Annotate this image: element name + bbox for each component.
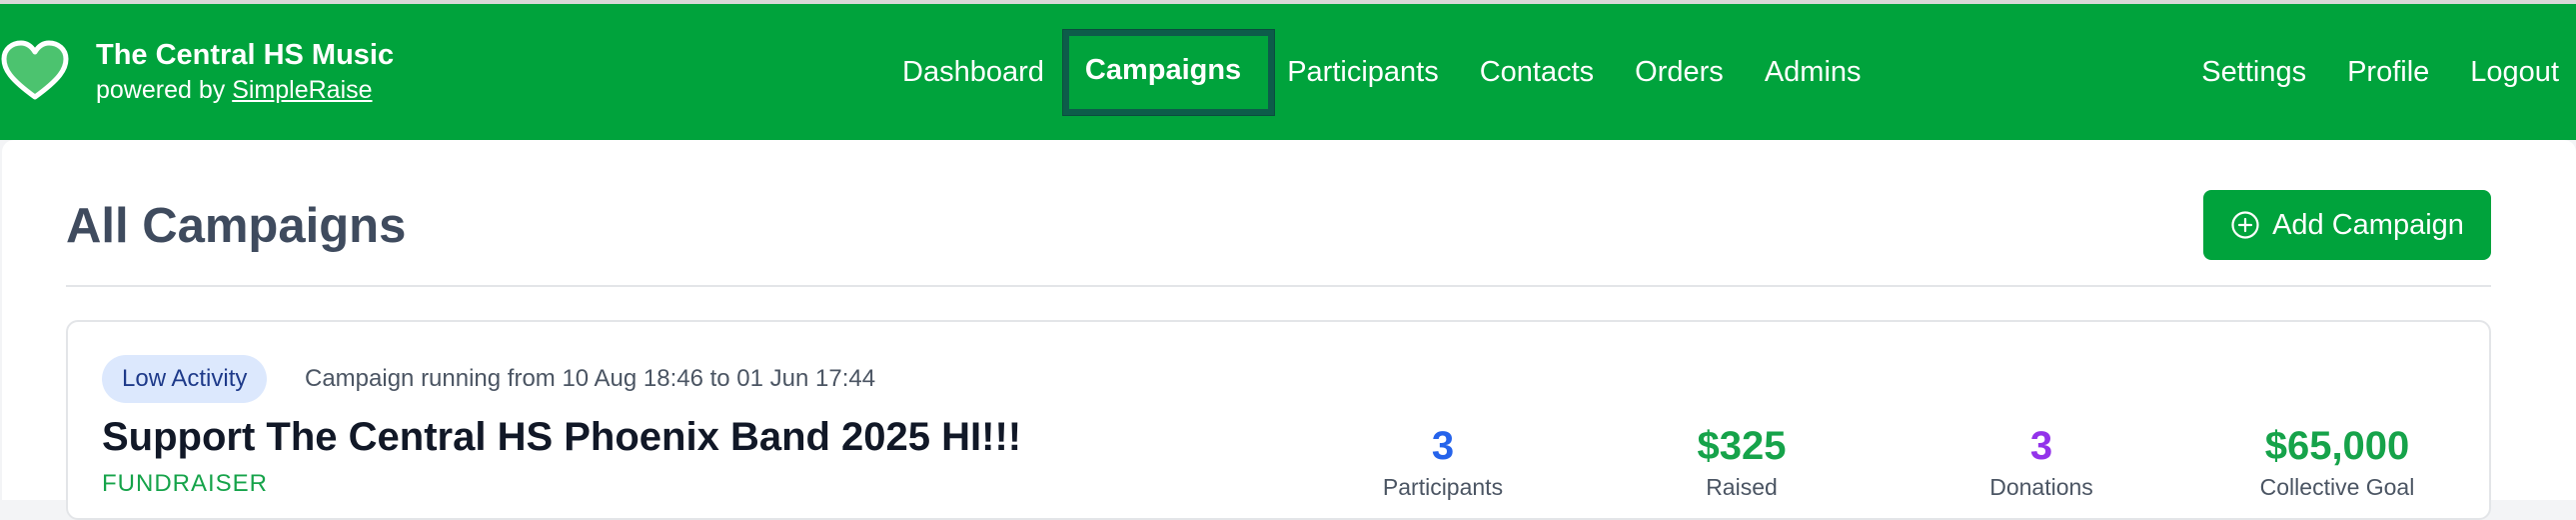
stat-donations: 3 Donations bbox=[1922, 422, 2161, 501]
activity-badge: Low Activity bbox=[102, 355, 268, 403]
campaign-title[interactable]: Support The Central HS Phoenix Band 2025… bbox=[102, 415, 1021, 460]
org-name: The Central HS Music bbox=[96, 39, 395, 71]
divider bbox=[66, 285, 2491, 287]
campaign-type: FUNDRAISER bbox=[102, 470, 269, 497]
nav-logout[interactable]: Logout bbox=[2470, 56, 2559, 89]
top-navbar: The Central HS Music powered by SimpleRa… bbox=[0, 4, 2576, 140]
powered-by: powered by SimpleRaise bbox=[96, 73, 394, 107]
brand: The Central HS Music powered by SimpleRa… bbox=[0, 4, 394, 140]
nav-contacts[interactable]: Contacts bbox=[1480, 56, 1594, 89]
stat-value: $65,000 bbox=[2264, 424, 2410, 468]
account-nav: Settings Profile Logout bbox=[2201, 4, 2559, 140]
nav-campaigns[interactable]: Campaigns bbox=[1062, 29, 1275, 115]
nav-dashboard[interactable]: Dashboard bbox=[902, 56, 1044, 89]
stat-label: Raised bbox=[1706, 474, 1778, 500]
stat-value: $325 bbox=[1697, 424, 1787, 468]
stat-collective-goal: $65,000 Collective Goal bbox=[2217, 422, 2457, 501]
add-campaign-label: Add Campaign bbox=[2272, 208, 2464, 241]
campaign-dates: Campaign running from 10 Aug 18:46 to 01… bbox=[305, 365, 876, 392]
add-campaign-button[interactable]: Add Campaign bbox=[2203, 190, 2491, 260]
nav-admins[interactable]: Admins bbox=[1765, 56, 1862, 89]
stat-label: Participants bbox=[1382, 474, 1504, 500]
nav-profile[interactable]: Profile bbox=[2347, 56, 2429, 89]
stat-raised: $325 Raised bbox=[1622, 422, 1862, 501]
stat-label: Donations bbox=[1989, 474, 2093, 500]
stat-label: Collective Goal bbox=[2259, 474, 2415, 500]
stat-participants: 3 Participants bbox=[1323, 422, 1563, 501]
nav-orders[interactable]: Orders bbox=[1635, 56, 1724, 89]
powered-by-prefix: powered by bbox=[96, 76, 226, 104]
main-nav: Dashboard Campaigns Participants Contact… bbox=[902, 4, 1903, 140]
nav-participants[interactable]: Participants bbox=[1287, 56, 1439, 89]
stat-value: 3 bbox=[1431, 424, 1455, 468]
stat-value: 3 bbox=[2029, 424, 2053, 468]
nav-settings[interactable]: Settings bbox=[2201, 56, 2306, 89]
main-panel: All Campaigns Add Campaign Low Activity … bbox=[2, 140, 2576, 520]
heart-icon[interactable] bbox=[0, 37, 70, 107]
plus-circle-icon bbox=[2231, 211, 2259, 239]
page-title: All Campaigns bbox=[66, 199, 407, 253]
simpleraise-link[interactable]: SimpleRaise bbox=[232, 76, 372, 104]
campaign-card[interactable]: Low Activity Campaign running from 10 Au… bbox=[66, 320, 2491, 520]
